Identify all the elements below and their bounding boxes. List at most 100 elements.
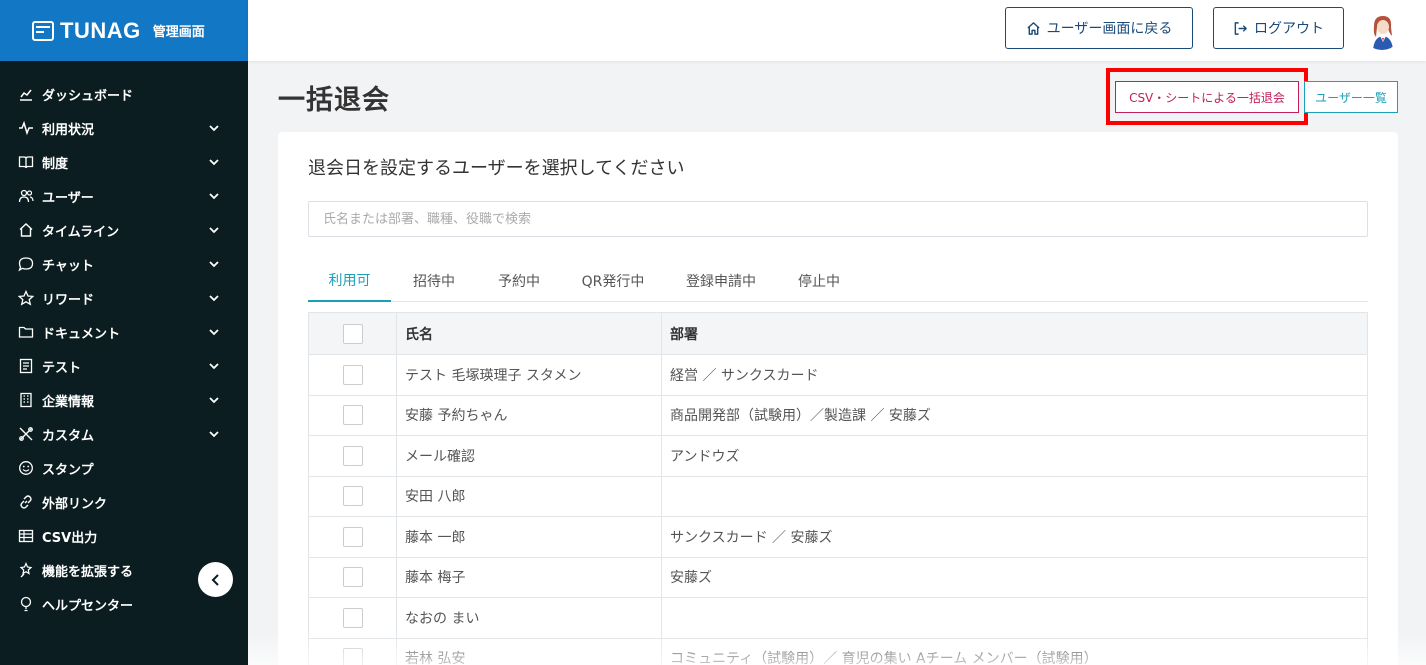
sidebar-item-label: ユーザー [42, 190, 94, 206]
chevron-down-icon [208, 156, 220, 168]
row-select-cell [308, 354, 397, 396]
chevron-down-icon [208, 190, 220, 202]
sidebar-item-label: 制度 [42, 156, 69, 172]
table-row[interactable]: なおの まい [308, 597, 1368, 639]
dept-column-header: 部署 [661, 312, 1368, 355]
user-name-cell: なおの まい [396, 597, 662, 639]
user-dept-cell [661, 475, 1368, 517]
logout-button[interactable]: ログアウト [1213, 7, 1344, 49]
activity-icon [18, 120, 34, 136]
user-name-cell: 藤本 梅子 [396, 556, 662, 598]
user-dept-cell: 経営 ／ サンクスカード [661, 354, 1368, 396]
book-icon [18, 154, 34, 170]
user-name-cell: 藤本 一郎 [396, 516, 662, 558]
tab-0[interactable]: 利用可 [308, 260, 391, 302]
name-column-header: 氏名 [396, 312, 662, 355]
table-row[interactable]: メール確認 アンドウズ [308, 435, 1368, 477]
sidebar-item-2[interactable]: 制度 [0, 145, 248, 179]
table-row[interactable]: 藤本 梅子 安藤ズ [308, 556, 1368, 598]
sidebar-item-7[interactable]: ドキュメント [0, 315, 248, 349]
sidebar-item-label: チャット [42, 258, 94, 274]
sidebar-item-4[interactable]: タイムライン [0, 213, 248, 247]
sidebar-item-label: ダッシュボード [42, 88, 134, 104]
sidebar-item-13[interactable]: CSV出力 [0, 519, 248, 553]
search-input[interactable] [308, 201, 1368, 237]
user-name-cell: 安田 八郎 [396, 475, 662, 517]
row-checkbox[interactable] [342, 607, 363, 628]
table-row[interactable]: 藤本 一郎 サンクスカード ／ 安藤ズ [308, 516, 1368, 558]
avatar[interactable] [1362, 10, 1402, 50]
status-tabs: 利用可 招待中 予約中 QR発行中 登録申請中 停止中 [308, 260, 1368, 302]
row-checkbox[interactable] [342, 445, 363, 466]
chevron-down-icon [208, 292, 220, 304]
brand-bar[interactable]: TUNAG 管理画面 [0, 0, 248, 61]
sidebar-item-10[interactable]: カスタム [0, 417, 248, 451]
chevron-down-icon [208, 428, 220, 440]
row-checkbox[interactable] [342, 405, 363, 426]
table-row[interactable]: 安田 八郎 [308, 475, 1368, 517]
user-name-cell: 安藤 予約ちゃん [396, 394, 662, 436]
chevron-down-icon [208, 360, 220, 372]
smile-icon [18, 460, 34, 476]
sidebar-item-9[interactable]: 企業情報 [0, 383, 248, 417]
row-select-cell [308, 516, 397, 558]
table-icon [18, 528, 34, 544]
page-title: 一括退会 [278, 85, 390, 116]
sidebar-item-1[interactable]: 利用状況 [0, 111, 248, 145]
tab-2[interactable]: 予約中 [477, 260, 561, 302]
tools-icon [18, 426, 34, 442]
user-dept-cell: サンクスカード ／ 安藤ズ [661, 516, 1368, 558]
user-dept-cell: 商品開発部（試験用）／製造課 ／ 安藤ズ [661, 394, 1368, 436]
user-dept-cell: 安藤ズ [661, 556, 1368, 598]
chevron-left-icon [211, 573, 219, 586]
row-checkbox[interactable] [342, 567, 363, 588]
csv-bulk-withdraw-button[interactable]: CSV・シートによる一括退会 [1115, 81, 1299, 113]
row-select-cell [308, 637, 397, 665]
table-row[interactable]: テスト 毛塚瑛理子 スタメン 経営 ／ サンクスカード [308, 354, 1368, 396]
row-checkbox[interactable] [342, 486, 363, 507]
tab-3[interactable]: QR発行中 [561, 260, 665, 302]
tab-4[interactable]: 登録申請中 [665, 260, 777, 302]
row-checkbox[interactable] [342, 648, 363, 665]
select-all-checkbox[interactable] [342, 323, 363, 344]
table-row[interactable]: 安藤 予約ちゃん 商品開発部（試験用）／製造課 ／ 安藤ズ [308, 394, 1368, 436]
user-name-cell: 若林 弘安 [396, 637, 662, 665]
row-checkbox[interactable] [342, 526, 363, 547]
home-icon [1027, 21, 1040, 35]
tunag-logo: TUNAG [32, 18, 141, 44]
sidebar-item-label: 利用状況 [42, 122, 95, 138]
sidebar-collapse-button[interactable] [198, 562, 233, 597]
user-name-cell: メール確認 [396, 435, 662, 477]
home-icon [18, 222, 34, 238]
sidebar-item-5[interactable]: チャット [0, 247, 248, 281]
chevron-down-icon [208, 394, 220, 406]
back-to-user-view-button[interactable]: ユーザー画面に戻る [1005, 7, 1193, 49]
sidebar-item-label: 企業情報 [42, 394, 95, 410]
user-list-button[interactable]: ユーザー一覧 [1304, 81, 1398, 113]
star-icon [18, 290, 34, 306]
extend-icon [18, 562, 34, 578]
user-dept-cell: コミュニティ（試験用）／ 育児の集い Aチーム メンバー（試験用） [661, 637, 1368, 665]
chevron-down-icon [208, 122, 220, 134]
row-checkbox[interactable] [342, 364, 363, 385]
sidebar-item-label: カスタム [42, 428, 95, 444]
sidebar-item-3[interactable]: ユーザー [0, 179, 248, 213]
tab-5[interactable]: 停止中 [777, 260, 861, 302]
help-icon [18, 596, 34, 612]
selection-card: 退会日を設定するユーザーを選択してください 利用可招待中予約中QR発行中登録申請… [278, 132, 1398, 665]
sidebar-item-8[interactable]: テスト [0, 349, 248, 383]
row-select-cell [308, 556, 397, 598]
logout-icon [1234, 21, 1247, 35]
row-select-cell [308, 597, 397, 639]
sidebar-item-label: ドキュメント [42, 326, 121, 342]
sidebar-item-label: タイムライン [42, 224, 120, 240]
sidebar-item-0[interactable]: ダッシュボード [0, 77, 248, 111]
tab-1[interactable]: 招待中 [391, 260, 477, 302]
table-row[interactable]: 若林 弘安 コミュニティ（試験用）／ 育児の集い Aチーム メンバー（試験用） [308, 637, 1368, 665]
select-all-cell [308, 312, 397, 355]
sidebar-item-12[interactable]: 外部リンク [0, 485, 248, 519]
users-icon [18, 188, 34, 204]
sidebar-item-label: 外部リンク [42, 496, 108, 512]
sidebar-item-6[interactable]: リワード [0, 281, 248, 315]
sidebar-item-11[interactable]: スタンプ [0, 451, 248, 485]
